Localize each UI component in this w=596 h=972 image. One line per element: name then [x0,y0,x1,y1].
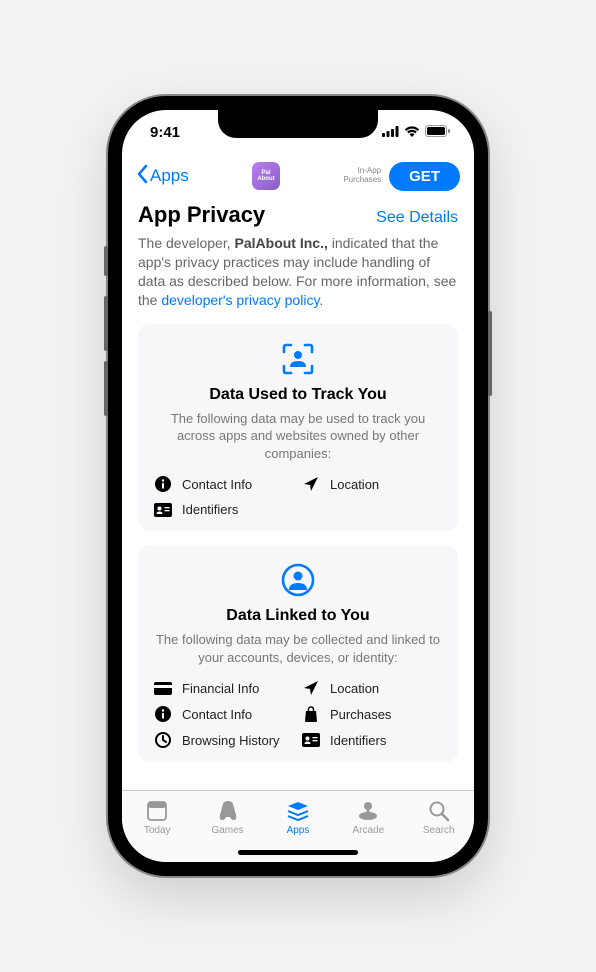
home-indicator[interactable] [238,850,358,855]
wifi-icon [404,124,420,141]
privacy-policy-link[interactable]: developer's privacy policy [161,292,319,308]
phone-screen: 9:41 Apps Pal About In-AppPurchases GET [122,110,474,862]
info-icon [154,706,172,722]
data-item-location: Location [302,680,442,696]
location-icon [302,680,320,696]
intro-text: The developer, PalAbout Inc., indicated … [138,234,458,310]
back-button[interactable]: Apps [136,164,189,189]
card-title: Data Linked to You [154,607,442,625]
developer-name: PalAbout Inc., [235,235,328,251]
status-indicators [382,124,450,141]
data-item-contact: Contact Info [154,476,294,492]
track-icon [154,342,442,376]
phone-frame: 9:41 Apps Pal About In-AppPurchases GET [108,96,488,876]
tab-arcade[interactable]: Arcade [338,799,398,836]
location-icon [302,476,320,492]
today-icon [146,799,168,823]
data-item-identifiers: Identifiers [154,502,294,517]
chevron-left-icon [136,164,148,189]
content-area[interactable]: App Privacy See Details The developer, P… [122,198,474,790]
tab-search[interactable]: Search [409,799,469,836]
id-icon [154,503,172,517]
battery-icon [425,124,450,141]
tab-apps[interactable]: Apps [268,799,328,836]
games-icon [217,799,239,823]
data-item-identifiers: Identifiers [302,732,442,748]
notch [218,110,378,138]
arcade-icon [357,799,379,823]
nav-bar: Apps Pal About In-AppPurchases GET [122,154,474,198]
linked-icon [154,563,442,597]
iap-label: In-AppPurchases [343,167,381,185]
track-card: Data Used to Track You The following dat… [138,324,458,532]
page-title: App Privacy [138,202,265,228]
search-icon [428,799,450,823]
signal-icon [382,124,399,141]
tab-today[interactable]: Today [127,799,187,836]
see-details-link[interactable]: See Details [376,209,458,227]
data-item-contact: Contact Info [154,706,294,722]
info-icon [154,476,172,492]
data-item-browsing: Browsing History [154,732,294,748]
card-desc: The following data may be used to track … [154,410,442,463]
data-item-financial: Financial Info [154,680,294,696]
back-label: Apps [150,166,189,186]
app-icon[interactable]: Pal About [252,162,280,190]
card-icon [154,682,172,695]
apps-icon [286,799,310,823]
get-button[interactable]: GET [389,162,460,191]
tab-games[interactable]: Games [198,799,258,836]
data-item-purchases: Purchases [302,706,442,722]
linked-card: Data Linked to You The following data ma… [138,545,458,762]
bag-icon [302,706,320,722]
id-icon [302,733,320,747]
card-desc: The following data may be collected and … [154,631,442,666]
data-item-location: Location [302,476,442,492]
clock-icon [154,732,172,748]
status-time: 9:41 [150,124,180,141]
card-title: Data Used to Track You [154,386,442,404]
